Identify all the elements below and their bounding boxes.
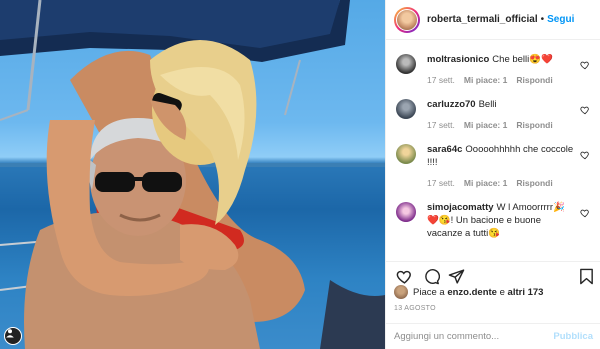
comment-time[interactable]: 17 sett. <box>427 178 455 188</box>
reply-button[interactable]: Rispondi <box>516 120 552 130</box>
likes-prefix: Piace a <box>413 286 445 298</box>
comment-text: Che belli😍❤️ <box>492 54 553 65</box>
post-actions-bar <box>386 261 600 285</box>
comment-avatar[interactable] <box>396 54 416 74</box>
user-tag-icon[interactable] <box>4 327 22 345</box>
bookmark-icon[interactable] <box>579 268 594 285</box>
liker-username[interactable]: enzo.dente <box>447 287 497 298</box>
comments-list[interactable]: moltrasionico Che belli😍❤️ 17 sett. Mi pia… <box>386 40 600 253</box>
reply-button[interactable]: Rispondi <box>516 75 552 85</box>
likes-mid: e <box>499 286 505 298</box>
comment-username[interactable]: simojacomatty <box>427 202 494 213</box>
post-photo[interactable] <box>0 0 385 349</box>
comment-input[interactable] <box>394 331 554 342</box>
heart-icon[interactable] <box>580 208 590 218</box>
post-date[interactable]: 13 AGOSTO <box>394 305 436 312</box>
reply-button[interactable]: Rispondi <box>516 178 552 188</box>
comment-avatar[interactable] <box>396 99 416 119</box>
comment-icon[interactable] <box>423 268 440 285</box>
comment-likes[interactable]: Mi piace: 1 <box>464 75 507 85</box>
comment-text: Belli <box>478 99 497 110</box>
publish-button[interactable]: Pubblica <box>553 331 593 342</box>
liker-avatar[interactable] <box>394 285 408 299</box>
comment-username[interactable]: sara64c <box>427 144 462 155</box>
heart-icon[interactable] <box>580 150 590 160</box>
post-side-panel: roberta_termali_official • Segui moltras… <box>385 0 600 349</box>
heart-icon[interactable] <box>580 60 590 70</box>
comment-username[interactable]: moltrasionico <box>427 54 489 65</box>
header-separator: • <box>540 14 545 25</box>
likes-summary: Piace a enzo.dente e altri 173 <box>394 285 543 299</box>
add-comment-bar: Pubblica <box>386 323 600 349</box>
heart-icon[interactable] <box>396 268 413 285</box>
comment-time[interactable]: 17 sett. <box>427 120 455 130</box>
comment-item: carluzzo70 Belli 17 sett. Mi piace: 1 Rispo… <box>396 85 592 130</box>
photo-illustration <box>0 0 385 349</box>
person-icon <box>6 329 14 338</box>
author-username[interactable]: roberta_termali_official <box>427 14 538 25</box>
comment-item: moltrasionico Che belli😍❤️ 17 sett. Mi pia… <box>396 40 592 85</box>
comment-avatar[interactable] <box>396 202 416 222</box>
comment-time[interactable]: 17 sett. <box>427 75 455 85</box>
author-avatar[interactable] <box>394 6 420 33</box>
comment-likes[interactable]: Mi piace: 1 <box>464 120 507 130</box>
comment-item: simojacomatty W l Amoorrrrr🎉❤️😘! Un bacio… <box>396 188 592 240</box>
comment-item: sara64c Ooooohhhhh che coccole !!!! 17 se… <box>396 130 592 188</box>
comment-username[interactable]: carluzzo70 <box>427 99 476 110</box>
likes-others[interactable]: altri 173 <box>508 287 544 298</box>
comment-avatar[interactable] <box>396 144 416 164</box>
share-icon[interactable] <box>448 268 465 285</box>
post-header: roberta_termali_official • Segui <box>386 0 600 40</box>
comment-likes[interactable]: Mi piace: 1 <box>464 178 507 188</box>
follow-button[interactable]: Segui <box>547 14 574 25</box>
heart-icon[interactable] <box>580 105 590 115</box>
